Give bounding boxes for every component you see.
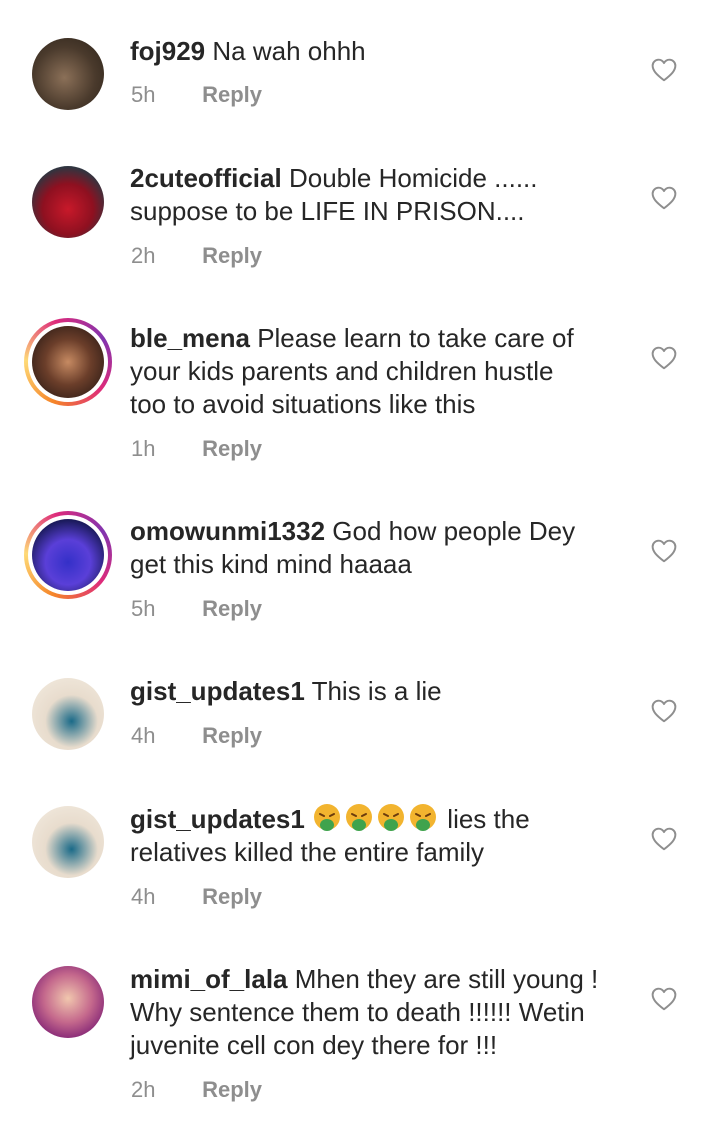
timestamp: 5h	[131, 82, 156, 107]
comment-meta: 5h Reply	[131, 596, 262, 622]
comment-meta: 2h Reply	[131, 243, 262, 269]
username[interactable]: 2cuteofficial	[130, 163, 282, 193]
comment-body: lies the	[447, 804, 530, 834]
avatar[interactable]	[32, 806, 104, 878]
avatar-image	[32, 678, 104, 750]
comment-body: Double Homicide ......	[288, 163, 538, 193]
emoji-group	[312, 804, 447, 834]
reply-button[interactable]: Reply	[202, 884, 262, 909]
comment-text: foj929 Na wah ohhh	[130, 35, 620, 68]
timestamp: 4h	[131, 884, 156, 909]
comment-body: God how people Dey	[332, 516, 576, 546]
avatar-image	[32, 326, 104, 398]
avatar-ring-gap	[28, 515, 108, 595]
comment-body-line: your kids parents and children hustle	[130, 356, 554, 386]
comment-body-line: too to avoid situations like this	[130, 389, 476, 419]
comment-body: Please learn to take care of	[257, 323, 574, 353]
face-vomiting-emoji	[314, 804, 341, 831]
avatar[interactable]	[32, 678, 104, 750]
face-vomiting-emoji	[378, 804, 405, 831]
comment-body: This is a lie	[311, 676, 442, 706]
avatar-image	[32, 166, 104, 238]
comment-text: mimi_of_lala Mhen they are still young !…	[130, 963, 620, 1062]
heart-outline-icon[interactable]	[651, 58, 677, 82]
heart-outline-icon[interactable]	[651, 987, 677, 1011]
avatar-ring-gap	[28, 322, 108, 402]
heart-outline-icon[interactable]	[651, 827, 677, 851]
comment-body-line: suppose to be LIFE IN PRISON....	[130, 196, 525, 226]
timestamp: 2h	[131, 1077, 156, 1102]
comment-body-line: juvenite cell con dey there for !!!	[130, 1030, 498, 1060]
avatar-story-ring[interactable]	[24, 318, 112, 406]
username[interactable]: mimi_of_lala	[130, 964, 288, 994]
comment-body-line: get this kind mind haaaa	[130, 549, 412, 579]
reply-button[interactable]: Reply	[202, 723, 262, 748]
comment-meta: 1h Reply	[131, 436, 262, 462]
comment-body-line: Why sentence them to death !!!!!! Wetin	[130, 997, 585, 1027]
heart-outline-icon[interactable]	[651, 539, 677, 563]
comment-text: gist_updates1 This is a lie	[130, 675, 620, 708]
comment-body-line: relatives killed the entire family	[130, 837, 485, 867]
timestamp: 4h	[131, 723, 156, 748]
face-vomiting-emoji	[410, 804, 437, 831]
reply-button[interactable]: Reply	[202, 596, 262, 621]
avatar[interactable]	[32, 966, 104, 1038]
comment-text: gist_updates1 lies the relatives killed …	[130, 803, 620, 869]
avatar-image	[32, 966, 104, 1038]
comment-text: omowunmi1332 God how people Dey get this…	[130, 515, 620, 581]
avatar-image	[32, 38, 104, 110]
comment-meta: 4h Reply	[131, 884, 262, 910]
username[interactable]: foj929	[130, 36, 205, 66]
comment-meta: 5h Reply	[131, 82, 262, 108]
reply-button[interactable]: Reply	[202, 82, 262, 107]
username[interactable]: ble_mena	[130, 323, 250, 353]
heart-outline-icon[interactable]	[651, 346, 677, 370]
comment-body: Mhen they are still young !	[294, 964, 599, 994]
username[interactable]: omowunmi1332	[130, 516, 325, 546]
timestamp: 2h	[131, 243, 156, 268]
avatar-image	[32, 806, 104, 878]
reply-button[interactable]: Reply	[202, 436, 262, 461]
comment-meta: 2h Reply	[131, 1077, 262, 1103]
heart-outline-icon[interactable]	[651, 186, 677, 210]
avatar[interactable]	[32, 38, 104, 110]
heart-outline-icon[interactable]	[651, 699, 677, 723]
timestamp: 5h	[131, 596, 156, 621]
username[interactable]: gist_updates1	[130, 804, 305, 834]
comment-body: Na wah ohhh	[212, 36, 366, 66]
comment-text: 2cuteofficial Double Homicide ...... sup…	[130, 162, 620, 228]
avatar[interactable]	[32, 166, 104, 238]
comment-meta: 4h Reply	[131, 723, 262, 749]
avatar-story-ring[interactable]	[24, 511, 112, 599]
reply-button[interactable]: Reply	[202, 1077, 262, 1102]
timestamp: 1h	[131, 436, 156, 461]
reply-button[interactable]: Reply	[202, 243, 262, 268]
avatar-image	[32, 519, 104, 591]
username[interactable]: gist_updates1	[130, 676, 305, 706]
comment-text: ble_mena Please learn to take care of yo…	[130, 322, 620, 421]
face-vomiting-emoji	[346, 804, 373, 831]
